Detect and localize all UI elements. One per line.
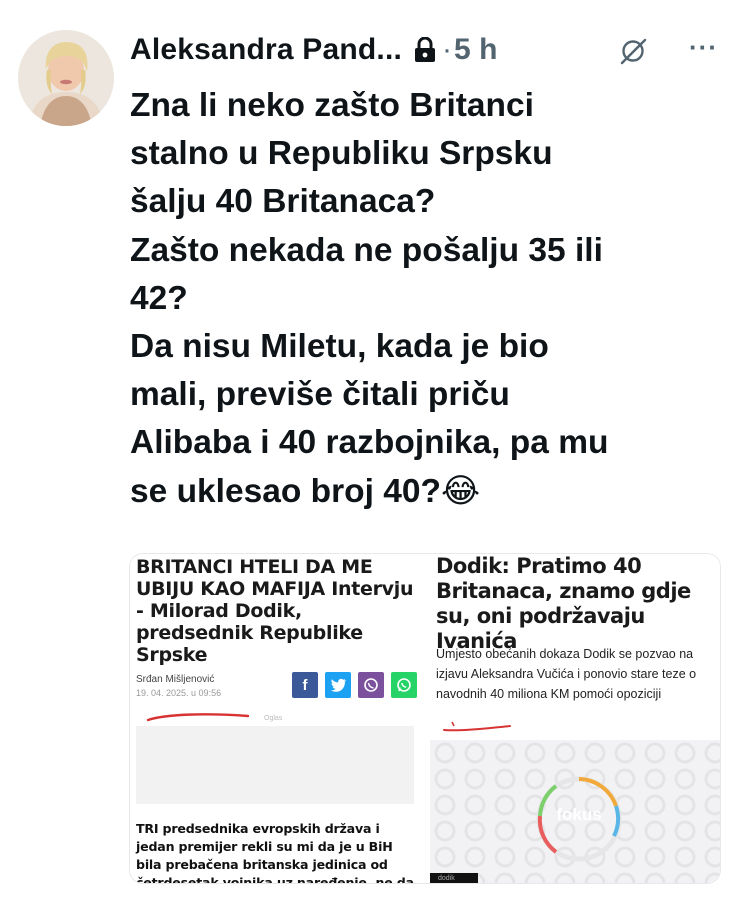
- article-left-body: TRI predsednika evropskih država i jedan…: [136, 821, 414, 884]
- author-avatar[interactable]: [18, 30, 114, 126]
- grok-icon[interactable]: [618, 36, 648, 66]
- whatsapp-icon: [391, 672, 417, 698]
- ad-label: Oglas: [264, 715, 283, 722]
- post-media[interactable]: BRITANCI HTELI DA ME UBIJU KAO MAFIJA In…: [129, 553, 721, 884]
- article-right-image: fokus dodik: [430, 740, 720, 883]
- lock-icon: [414, 36, 436, 63]
- ad-placeholder: [136, 726, 414, 804]
- article-right-subtitle: Umjesto obećanih dokaza Dodik se pozvao …: [436, 647, 697, 701]
- twitter-icon: [325, 672, 351, 698]
- red-underline-scribble: [146, 713, 250, 722]
- viber-icon: [358, 672, 384, 698]
- red-underline-scribble: [443, 721, 511, 732]
- article-left-author: Srđan Mišljenović: [136, 674, 215, 685]
- fokus-logo: fokus: [556, 805, 602, 824]
- article-left-date: 19. 04. 2025. u 09:56: [136, 688, 222, 698]
- image-caption: dodik: [430, 873, 478, 883]
- facebook-icon: f: [292, 672, 318, 698]
- separator-dot: ·: [442, 33, 453, 66]
- avatar-photo: [18, 30, 114, 126]
- post-time[interactable]: 5 h: [454, 33, 497, 67]
- media-image-left[interactable]: BRITANCI HTELI DA ME UBIJU KAO MAFIJA In…: [130, 554, 424, 884]
- post-text: Zna li neko zašto Britanci stalno u Repu…: [130, 87, 609, 510]
- article-right-title: Dodik: Pratimo 40 Britanaca, znamo gdje …: [436, 554, 691, 653]
- author-name[interactable]: Aleksandra Pand...: [130, 33, 402, 67]
- article-left-title: BRITANCI HTELI DA ME UBIJU KAO MAFIJA In…: [136, 556, 414, 666]
- post-header: Aleksandra Pand... · 5 h ···: [130, 28, 718, 72]
- more-options-icon[interactable]: ···: [689, 32, 718, 63]
- media-image-right[interactable]: Dodik: Pratimo 40 Britanaca, znamo gdje …: [430, 554, 720, 883]
